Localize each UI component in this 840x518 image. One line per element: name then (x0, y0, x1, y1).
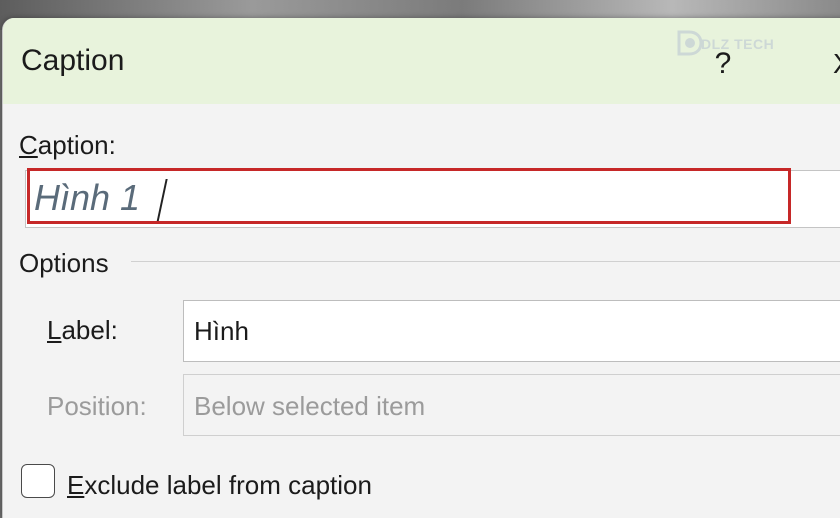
exclude-mnemonic: E (67, 470, 85, 500)
exclude-label-rest: xclude label from caption (84, 470, 372, 500)
position-dropdown: Below selected item (183, 374, 840, 436)
label-field-label: Label: (47, 315, 118, 346)
dialog-title: Caption (21, 44, 125, 77)
dlz-tech-watermark-logo: DLZ TECH (675, 26, 803, 62)
label-mnemonic: L (47, 315, 62, 345)
caption-input-value: Hình 1 (34, 177, 141, 218)
position-field-label: Position: (47, 391, 147, 421)
label-label-rest: abel: (61, 315, 118, 345)
exclude-label-checkbox-label[interactable]: Exclude label from caption (67, 470, 372, 501)
caption-label-rest: aption: (37, 130, 116, 160)
options-heading: Options (19, 248, 109, 278)
label-dropdown[interactable]: Hình (183, 300, 840, 362)
caption-dialog: Caption DLZ TECH ? X Caption: Hình 1 Opt… (2, 18, 840, 518)
options-divider (131, 261, 840, 262)
help-button[interactable]: ? (709, 46, 737, 82)
exclude-label-checkbox[interactable] (21, 464, 55, 498)
text-cursor (156, 179, 168, 223)
caption-input[interactable]: Hình 1 (25, 170, 840, 228)
close-button[interactable]: X (833, 46, 840, 82)
caption-field-label: Caption: (19, 130, 116, 161)
dialog-titlebar: Caption DLZ TECH ? X (3, 18, 840, 104)
caption-label-mnemonic: C (19, 130, 38, 160)
